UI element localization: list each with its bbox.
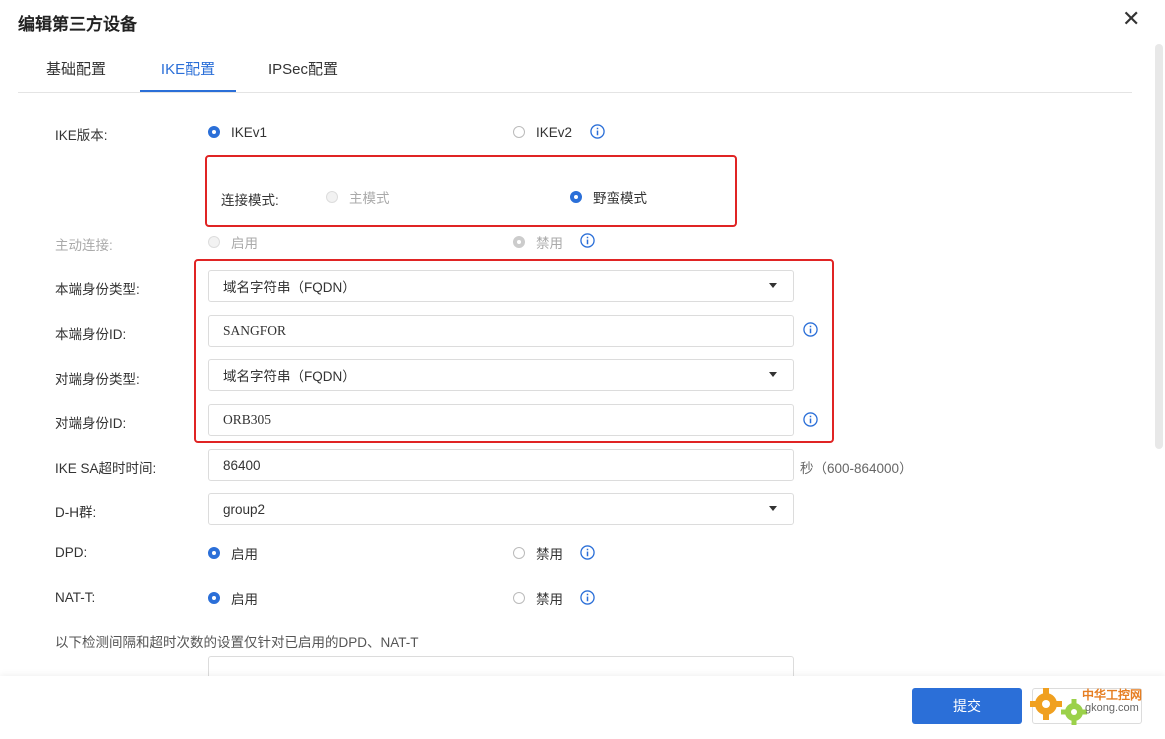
chevron-down-icon <box>769 283 777 288</box>
local-id-input[interactable]: SANGFOR <box>208 315 794 347</box>
radio-selected-icon <box>208 126 220 138</box>
main-mode-radio: 主模式 <box>326 187 390 207</box>
ike-v1-radio[interactable]: IKEv1 <box>208 122 267 142</box>
radio-selected-icon <box>570 191 582 203</box>
dh-group-label: D-H群: <box>55 505 97 520</box>
aggressive-mode-label: 野蛮模式 <box>593 191 647 206</box>
info-icon[interactable] <box>580 233 595 248</box>
watermark-title: 中华工控网 <box>1082 688 1143 702</box>
detection-note: 以下检测间隔和超时次数的设置仅针对已启用的DPD、NAT-T <box>55 635 419 650</box>
active-connect-label: 主动连接: <box>55 238 113 253</box>
dpd-label: DPD: <box>55 545 88 560</box>
highlight-box-connect-mode <box>205 155 737 227</box>
ike-sa-timeout-label: IKE SA超时时间: <box>55 461 157 476</box>
dh-group-value: group2 <box>223 501 266 517</box>
nat-t-enable-radio[interactable]: 启用 <box>208 588 258 608</box>
tab-bar: 基础配置 IKE配置 IPSec配置 <box>18 52 1132 93</box>
dpd-enable-radio[interactable]: 启用 <box>208 543 258 563</box>
connect-mode-label: 连接模式: <box>221 193 279 208</box>
peer-id-input[interactable]: ORB305 <box>208 404 794 436</box>
watermark-url: gkong.com <box>1085 702 1139 714</box>
dpd-disable-label: 禁用 <box>536 547 563 562</box>
submit-button[interactable]: 提交 <box>912 688 1022 724</box>
info-icon[interactable] <box>803 322 818 337</box>
active-connect-enable-radio: 启用 <box>208 232 258 252</box>
local-id-label: 本端身份ID: <box>55 327 127 342</box>
radio-disabled-icon <box>326 191 338 203</box>
peer-id-value: ORB305 <box>223 412 272 427</box>
radio-unselected-icon <box>513 592 525 604</box>
active-connect-disable-label: 禁用 <box>536 236 563 251</box>
ike-sa-timeout-input[interactable]: 86400 <box>208 449 794 481</box>
radio-selected-icon <box>208 547 220 559</box>
chevron-down-icon <box>769 506 777 511</box>
chevron-down-icon <box>769 372 777 377</box>
peer-id-type-label: 对端身份类型: <box>55 372 140 387</box>
peer-id-type-select[interactable]: 域名字符串（FQDN） <box>208 359 794 391</box>
peer-id-label: 对端身份ID: <box>55 416 127 431</box>
close-icon[interactable]: ✕ <box>1122 6 1140 32</box>
tab-ike-config[interactable]: IKE配置 <box>140 58 236 92</box>
ike-v2-label: IKEv2 <box>536 124 573 140</box>
main-mode-label: 主模式 <box>349 191 390 206</box>
peer-id-type-value: 域名字符串（FQDN） <box>223 369 356 384</box>
local-id-type-select[interactable]: 域名字符串（FQDN） <box>208 270 794 302</box>
active-connect-disable-radio: 禁用 <box>513 232 563 252</box>
aggressive-mode-radio[interactable]: 野蛮模式 <box>570 187 647 207</box>
dialog-title: 编辑第三方设备 <box>18 15 137 34</box>
nat-t-label: NAT-T: <box>55 590 96 605</box>
info-icon[interactable] <box>803 412 818 427</box>
tab-basic-config[interactable]: 基础配置 <box>36 58 116 92</box>
ike-sa-timeout-value: 86400 <box>223 457 261 473</box>
scrollbar[interactable] <box>1155 44 1163 449</box>
nat-t-disable-label: 禁用 <box>536 592 563 607</box>
radio-disabled-selected-icon <box>513 236 525 248</box>
ike-sa-timeout-unit: 秒（600-864000） <box>800 461 913 476</box>
nat-t-enable-label: 启用 <box>231 592 258 607</box>
radio-selected-icon <box>208 592 220 604</box>
radio-disabled-icon <box>208 236 220 248</box>
nat-t-disable-radio[interactable]: 禁用 <box>513 588 563 608</box>
active-connect-enable-label: 启用 <box>231 236 258 251</box>
dpd-enable-label: 启用 <box>231 547 258 562</box>
radio-unselected-icon <box>513 126 525 138</box>
info-icon[interactable] <box>580 590 595 605</box>
radio-unselected-icon <box>513 547 525 559</box>
local-id-value: SANGFOR <box>223 323 287 338</box>
info-icon[interactable] <box>590 124 605 139</box>
dh-group-select[interactable]: group2 <box>208 493 794 525</box>
ike-v2-radio[interactable]: IKEv2 <box>513 122 572 142</box>
ike-v1-label: IKEv1 <box>231 124 268 140</box>
dpd-disable-radio[interactable]: 禁用 <box>513 543 563 563</box>
tab-ipsec-config[interactable]: IPSec配置 <box>258 58 348 92</box>
ike-version-label: IKE版本: <box>55 128 108 143</box>
local-id-type-value: 域名字符串（FQDN） <box>223 280 356 295</box>
local-id-type-label: 本端身份类型: <box>55 282 140 297</box>
info-icon[interactable] <box>580 545 595 560</box>
